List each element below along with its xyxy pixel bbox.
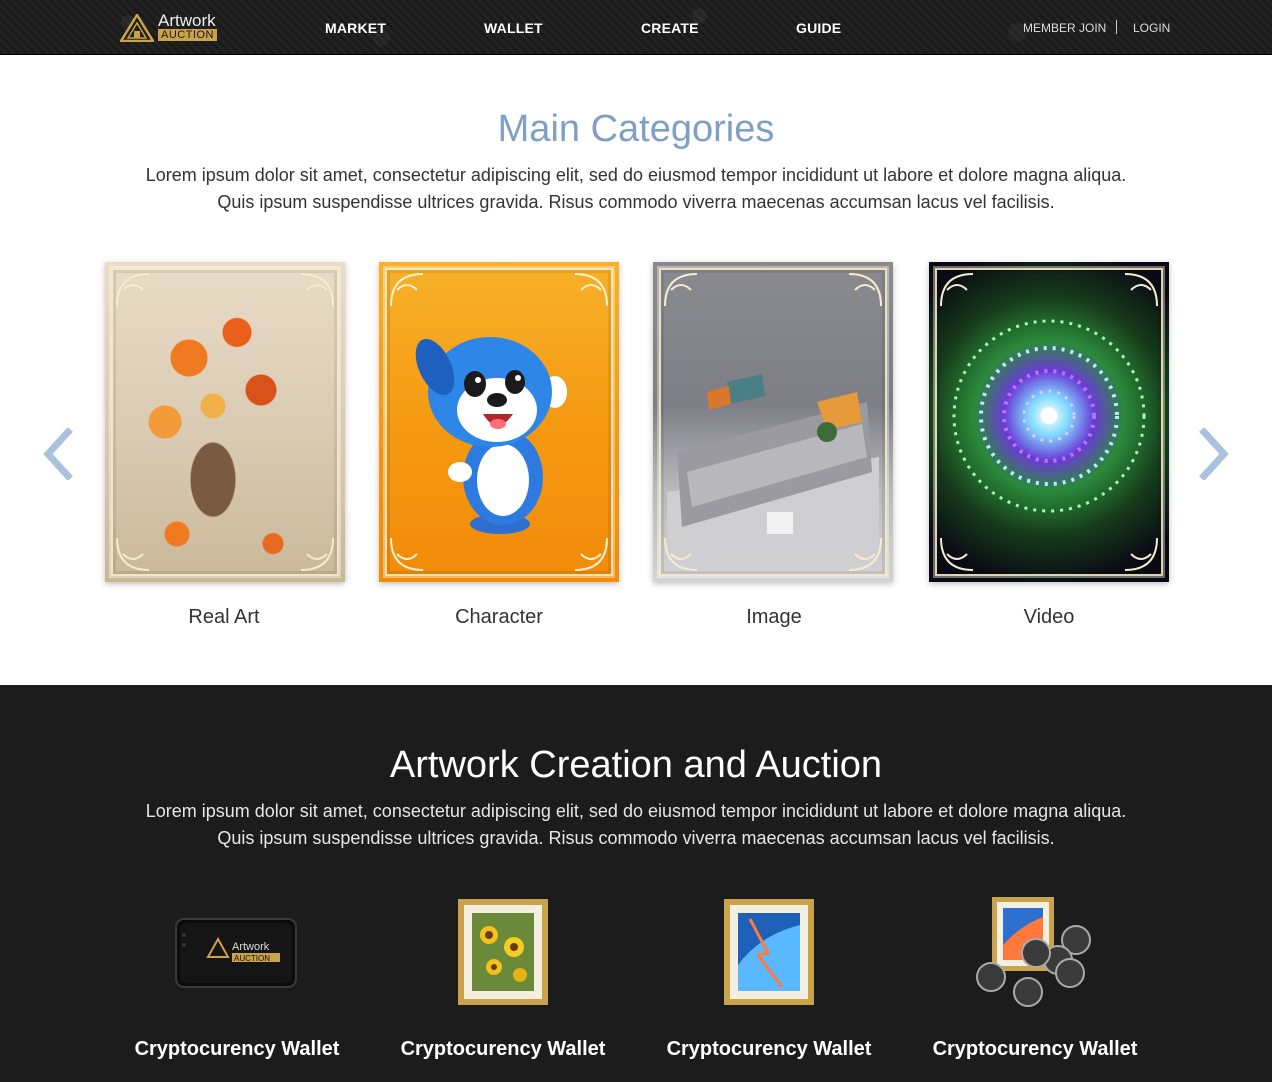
- feature-label[interactable]: Cryptocurency Wallet: [905, 1038, 1165, 1061]
- nav-divider: [1116, 20, 1117, 34]
- frame-ornament-icon: [940, 537, 974, 571]
- top-navigation-bar: Artwork AUCTION MARKET WALLET CREATE GUI…: [0, 0, 1272, 55]
- carousel-prev-button[interactable]: [40, 427, 76, 481]
- frame-ornament-icon: [1124, 537, 1158, 571]
- chevron-right-icon: [1199, 427, 1229, 481]
- wallet-device-graphic: Artwork AUCTION: [175, 918, 297, 988]
- ornate-frame: [111, 268, 339, 576]
- frame-ornament-icon: [390, 273, 424, 307]
- login-link[interactable]: LOGIN: [1133, 21, 1170, 35]
- logo-triangle-icon: [120, 14, 154, 42]
- frame-coins-icon[interactable]: [966, 895, 1106, 1010]
- member-join-link[interactable]: MEMBER JOIN: [1023, 21, 1106, 35]
- category-label-real-art[interactable]: Real Art: [104, 606, 344, 629]
- category-card-image[interactable]: [653, 262, 893, 582]
- sunflower-frame-graphic: [458, 899, 548, 1005]
- category-label-video[interactable]: Video: [929, 606, 1169, 629]
- nav-guide[interactable]: GUIDE: [796, 20, 841, 36]
- ornate-frame: [935, 268, 1163, 576]
- chevron-left-icon: [43, 427, 73, 481]
- wallet-icon[interactable]: Artwork AUCTION: [166, 895, 306, 1010]
- main-categories-description: Lorem ipsum dolor sit amet, consectetur …: [0, 162, 1272, 216]
- frame-ornament-icon: [1124, 273, 1158, 307]
- logo-text-artwork: Artwork: [158, 11, 216, 30]
- svg-text:AUCTION: AUCTION: [234, 954, 270, 963]
- category-card-real-art[interactable]: [105, 262, 345, 582]
- category-card-character[interactable]: [379, 262, 619, 582]
- blue-dog-character-illustration: [415, 337, 567, 534]
- frame-ornament-icon: [116, 537, 150, 571]
- sunflower-frame-icon[interactable]: [434, 895, 574, 1010]
- description-line: Quis ipsum suspendisse ultrices gravida.…: [217, 828, 1055, 848]
- frame-ornament-icon: [574, 273, 608, 307]
- feature-label[interactable]: Cryptocurency Wallet: [639, 1038, 899, 1061]
- logo-text-auction: AUCTION: [158, 29, 217, 41]
- carousel-next-button[interactable]: [1196, 427, 1232, 481]
- main-categories-title: Main Categories: [497, 108, 775, 150]
- auction-section-description: Lorem ipsum dolor sit amet, consectetur …: [0, 798, 1272, 852]
- artwork-auction-logo[interactable]: Artwork AUCTION: [120, 12, 224, 44]
- frame-ornament-icon: [664, 537, 698, 571]
- frame-ornament-icon: [940, 273, 974, 307]
- category-card-video[interactable]: [929, 262, 1169, 582]
- frame-ornament-icon: [848, 537, 882, 571]
- svg-text:Artwork: Artwork: [232, 941, 270, 953]
- blue-art-frame-icon[interactable]: [700, 895, 840, 1010]
- auction-section-title: Artwork Creation and Auction: [389, 744, 883, 786]
- frame-ornament-icon: [300, 537, 334, 571]
- blue-art-frame-graphic: [724, 899, 814, 1005]
- frame-ornament-icon: [300, 273, 334, 307]
- description-line: Lorem ipsum dolor sit amet, consectetur …: [145, 165, 1127, 185]
- description-line: Lorem ipsum dolor sit amet, consectetur …: [145, 801, 1127, 821]
- category-label-image[interactable]: Image: [654, 606, 894, 629]
- nav-wallet[interactable]: WALLET: [484, 20, 543, 36]
- feature-label[interactable]: Cryptocurency Wallet: [373, 1038, 633, 1061]
- feature-label[interactable]: Cryptocurency Wallet: [107, 1038, 367, 1061]
- description-line: Quis ipsum suspendisse ultrices gravida.…: [217, 192, 1055, 212]
- nav-market[interactable]: MARKET: [325, 20, 386, 36]
- frame-ornament-icon: [664, 273, 698, 307]
- category-label-character[interactable]: Character: [379, 606, 619, 629]
- nav-create[interactable]: CREATE: [641, 20, 699, 36]
- frame-ornament-icon: [116, 273, 150, 307]
- frame-ornament-icon: [848, 273, 882, 307]
- ornate-frame: [659, 268, 887, 576]
- frame-coins-graphic: [976, 897, 1091, 1007]
